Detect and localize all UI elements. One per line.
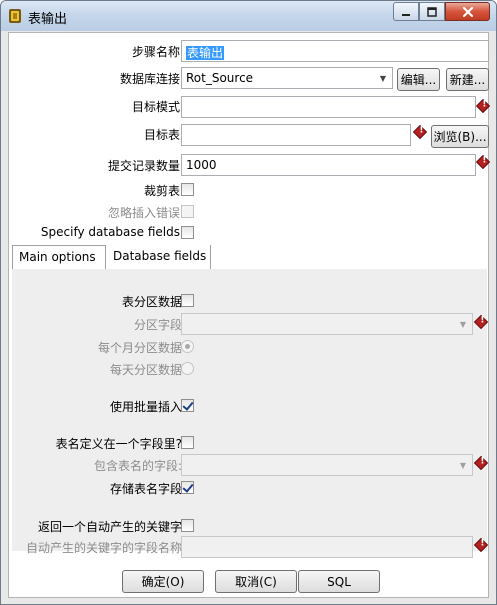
maximize-icon bbox=[427, 6, 437, 17]
kettle-app-icon bbox=[9, 9, 21, 23]
step-name-label: 步骤名称 bbox=[131, 45, 180, 59]
monthly-partition-label: 每个月分区数据 bbox=[97, 341, 182, 355]
tablename-field-combo[interactable]: ▼ bbox=[181, 454, 473, 476]
minimize-icon bbox=[402, 13, 410, 16]
commit-size-value: 1000 bbox=[186, 158, 217, 172]
partition-label: 表分区数据 bbox=[121, 295, 182, 309]
monthly-partition-radio[interactable] bbox=[181, 340, 194, 353]
batch-insert-checkbox[interactable] bbox=[181, 399, 194, 412]
dialog-window: 表输出 步骤名称 表输出 数据库连接 Rot_Source ▼ 编辑... 新建… bbox=[0, 0, 497, 605]
commit-size-input[interactable]: 1000 bbox=[181, 154, 476, 176]
truncate-checkbox[interactable] bbox=[181, 183, 194, 196]
target-schema-input[interactable] bbox=[181, 96, 476, 118]
target-table-label: 目标表 bbox=[143, 128, 180, 142]
close-icon bbox=[462, 6, 473, 17]
sql-button[interactable]: SQL bbox=[298, 570, 380, 593]
browse-table-button[interactable]: 浏览(B)... bbox=[431, 125, 489, 148]
chevron-down-icon[interactable]: ▼ bbox=[454, 455, 472, 475]
main-options-panel: 表分区数据 分区字段 ▼ 每个月分区数据 每天分区数据 使用批量插入 表名定义在… bbox=[12, 269, 489, 558]
chevron-down-icon[interactable]: ▼ bbox=[454, 314, 472, 334]
connection-value: Rot_Source bbox=[186, 71, 254, 85]
tablename-field-label: 包含表名的字段: bbox=[93, 459, 182, 473]
ignore-errors-checkbox[interactable] bbox=[181, 205, 194, 218]
partition-checkbox[interactable] bbox=[181, 294, 194, 307]
return-key-checkbox[interactable] bbox=[181, 519, 194, 532]
required-marker-icon bbox=[473, 314, 489, 330]
store-tablename-label: 存储表名字段 bbox=[109, 482, 182, 496]
partition-field-combo[interactable]: ▼ bbox=[181, 313, 473, 335]
ignore-errors-label: 忽略插入错误 bbox=[107, 206, 180, 220]
window-title: 表输出 bbox=[28, 12, 68, 27]
required-marker-icon bbox=[475, 154, 491, 170]
partition-field-label: 分区字段 bbox=[133, 318, 182, 332]
new-connection-button[interactable]: 新建... bbox=[446, 68, 489, 91]
step-name-value: 表输出 bbox=[186, 46, 225, 60]
key-field-input[interactable] bbox=[181, 536, 473, 558]
close-button[interactable] bbox=[445, 2, 490, 21]
cancel-button[interactable]: 取消(C) bbox=[215, 570, 297, 593]
required-marker-icon bbox=[412, 124, 428, 140]
title-bar[interactable]: 表输出 bbox=[1, 1, 496, 31]
tablename-in-field-checkbox[interactable] bbox=[181, 436, 194, 449]
tablename-in-field-label: 表名定义在一个字段里? bbox=[55, 437, 182, 451]
target-schema-label: 目标模式 bbox=[131, 100, 180, 114]
specify-fields-checkbox[interactable] bbox=[181, 226, 194, 239]
tab-main-options[interactable]: Main options bbox=[12, 245, 106, 270]
return-key-label: 返回一个自动产生的关键字 bbox=[37, 520, 182, 534]
truncate-label: 裁剪表 bbox=[143, 184, 180, 198]
target-table-input[interactable] bbox=[181, 124, 411, 146]
daily-partition-radio[interactable] bbox=[181, 362, 194, 375]
tab-database-fields[interactable]: Database fields bbox=[107, 245, 211, 270]
minimize-button[interactable] bbox=[393, 2, 419, 21]
dialog-content: 步骤名称 表输出 数据库连接 Rot_Source ▼ 编辑... 新建... … bbox=[8, 32, 491, 598]
key-field-label: 自动产生的关键字的字段名称 bbox=[25, 541, 182, 555]
required-marker-icon bbox=[475, 98, 491, 114]
maximize-button[interactable] bbox=[419, 2, 445, 21]
chevron-down-icon[interactable]: ▼ bbox=[374, 68, 392, 88]
required-marker-icon bbox=[473, 455, 489, 471]
connection-combo[interactable]: Rot_Source ▼ bbox=[181, 67, 393, 89]
batch-insert-label: 使用批量插入 bbox=[109, 400, 182, 414]
connection-label: 数据库连接 bbox=[119, 72, 180, 86]
required-marker-icon bbox=[473, 537, 489, 553]
step-name-input[interactable]: 表输出 bbox=[181, 40, 489, 62]
commit-size-label: 提交记录数量 bbox=[107, 159, 180, 173]
daily-partition-label: 每天分区数据 bbox=[109, 363, 182, 377]
edit-connection-button[interactable]: 编辑... bbox=[397, 68, 440, 91]
ok-button[interactable]: 确定(O) bbox=[122, 570, 204, 593]
specify-fields-label: Specify database fields bbox=[40, 225, 180, 239]
store-tablename-checkbox[interactable] bbox=[181, 481, 194, 494]
